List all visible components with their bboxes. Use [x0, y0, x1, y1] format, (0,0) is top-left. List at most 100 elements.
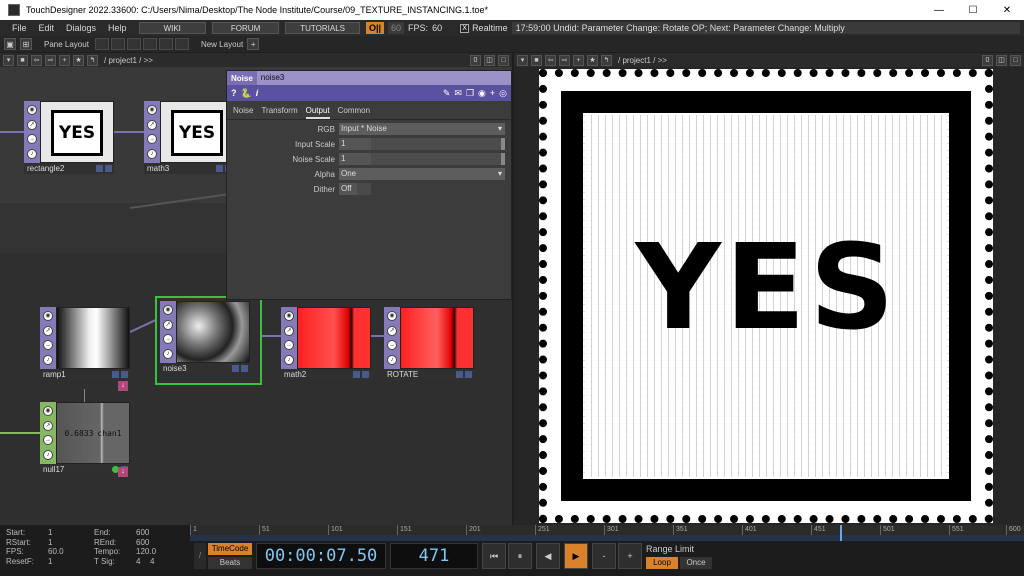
layout-three-icon[interactable]	[142, 38, 157, 50]
right-pane-number[interactable]: 0	[982, 54, 993, 66]
parent-network-icon[interactable]: ↰	[87, 54, 98, 66]
right-pane-maximize-icon[interactable]: □	[1010, 54, 1021, 66]
node-flags[interactable]: ◉ ↗ → ♪	[40, 402, 56, 464]
step-minus-button[interactable]: -	[592, 543, 616, 569]
edit-icon[interactable]: ✎	[443, 88, 451, 99]
timeline-bar[interactable]	[190, 535, 1024, 541]
left-pane-number[interactable]: 0	[470, 54, 481, 66]
left-pane-split-icon[interactable]: ◫	[484, 54, 495, 66]
forward-arrow-icon[interactable]: ⇨	[559, 54, 570, 66]
node-ramp1[interactable]: ◉ ↗ → ♪ ramp1	[40, 307, 130, 385]
dither-toggle[interactable]: Off	[339, 183, 357, 195]
layout-grid-icon[interactable]	[174, 38, 189, 50]
alpha-dropdown[interactable]: One	[339, 168, 505, 180]
pause-button[interactable]: ⏸	[508, 543, 532, 569]
node-flag-buttons[interactable]	[232, 365, 248, 372]
right-pane-path[interactable]: / project1 / >>	[618, 56, 667, 65]
pane-stop-icon[interactable]: ■	[531, 54, 542, 66]
left-pane-path[interactable]: / project1 / >>	[104, 56, 153, 65]
add-op-icon[interactable]: +	[59, 54, 70, 66]
left-pane-maximize-icon[interactable]: □	[498, 54, 509, 66]
node-rectangle2[interactable]: ◉ ↗ → ♪ YES rectangle2	[24, 101, 114, 179]
rgb-dropdown[interactable]: Input * Noise	[339, 123, 505, 135]
fps-cap[interactable]: 60	[388, 22, 405, 34]
image-icon[interactable]: ▣	[4, 38, 16, 50]
start-value[interactable]: 1	[48, 528, 94, 538]
resetf-value[interactable]: 1	[48, 557, 94, 567]
dither-toggle-box[interactable]	[357, 183, 371, 195]
tab-noise[interactable]: Noise	[233, 106, 253, 119]
play-button[interactable]: ▶	[564, 543, 588, 569]
input-scale-field[interactable]: 1	[339, 138, 371, 150]
tempo-value[interactable]: 120.0	[136, 547, 156, 557]
node-flags[interactable]: ◉ ↗ → ♪	[384, 307, 400, 369]
viewer-pane[interactable]: YES	[514, 67, 1024, 525]
menu-file[interactable]: File	[6, 23, 33, 33]
beats-button[interactable]: Beats	[208, 557, 252, 569]
node-flag-buttons[interactable]	[456, 371, 472, 378]
playhead[interactable]	[840, 525, 842, 541]
python-icon[interactable]: 🐍	[241, 88, 252, 99]
node-math3[interactable]: ◉ ↗ → ♪ YES math3	[144, 101, 234, 179]
noise-scale-field[interactable]: 1	[339, 153, 371, 165]
parent-network-icon[interactable]: ↰	[601, 54, 612, 66]
node-null17[interactable]: ◉ ↗ → ♪ 0.6833 chan1 null17	[40, 402, 130, 480]
end-value[interactable]: 600	[136, 528, 149, 538]
right-pane-split-icon[interactable]: ◫	[996, 54, 1007, 66]
pane-menu-icon[interactable]: ▾	[3, 54, 14, 66]
tsig-b[interactable]: 4	[150, 557, 154, 567]
tsig-a[interactable]: 4	[136, 557, 150, 567]
node-flags[interactable]: ◉ ↗ → ♪	[281, 307, 297, 369]
node-rotate[interactable]: ◉ ↗ → ♪ ROTATE	[384, 307, 474, 385]
menu-edit[interactable]: Edit	[33, 23, 61, 33]
node-flags[interactable]: ◉ ↗ → ♪	[144, 101, 160, 163]
layout-split-horizontal-icon[interactable]	[110, 38, 125, 50]
info-icon[interactable]: i	[256, 88, 259, 98]
timecode-display[interactable]: 00:00:07.50	[256, 543, 386, 569]
rend-value[interactable]: 600	[136, 538, 149, 548]
copy-icon[interactable]: ❐	[466, 88, 474, 99]
minimize-button[interactable]: —	[922, 0, 956, 20]
maximize-button[interactable]: ☐	[956, 0, 990, 20]
tab-common[interactable]: Common	[338, 106, 370, 119]
node-flag-buttons[interactable]	[96, 165, 112, 172]
loop-button[interactable]: Loop	[646, 557, 678, 569]
once-button[interactable]: Once	[680, 557, 712, 569]
tab-transform[interactable]: Transform	[261, 106, 297, 119]
close-button[interactable]: ✕	[990, 0, 1024, 20]
help-icon[interactable]: ?	[231, 88, 237, 98]
comment-icon[interactable]: ✉	[454, 88, 462, 99]
null-export-icon[interactable]: ↓	[118, 467, 128, 477]
tutorials-button[interactable]: TUTORIALS	[285, 22, 360, 34]
add-icon[interactable]: +	[490, 88, 495, 98]
layout-four-icon[interactable]	[158, 38, 173, 50]
menu-dialogs[interactable]: Dialogs	[60, 23, 102, 33]
noise-scale-slider[interactable]	[371, 153, 505, 165]
layout-single-icon[interactable]	[94, 38, 109, 50]
node-flags[interactable]: ◉ ↗ → ♪	[24, 101, 40, 163]
step-back-button[interactable]: ◀	[536, 543, 560, 569]
tab-output[interactable]: Output	[305, 106, 330, 119]
ramp-export-icon[interactable]: ↓	[118, 381, 128, 391]
node-math2[interactable]: ◉ ↗ → ♪ math2	[281, 307, 371, 385]
python-help-icon[interactable]: ◉	[478, 88, 486, 99]
new-layout-button[interactable]: +	[247, 38, 260, 50]
bookmark-star-icon[interactable]: ★	[73, 54, 84, 66]
add-op-icon[interactable]: +	[573, 54, 584, 66]
wiki-button[interactable]: WIKI	[138, 22, 206, 34]
back-arrow-icon[interactable]: ⇦	[31, 54, 42, 66]
forum-button[interactable]: FORUM	[211, 22, 280, 34]
input-scale-slider[interactable]	[371, 138, 505, 150]
node-noise3[interactable]: ◉ ↗ → ♪ noise3	[160, 301, 250, 379]
pause-indicator[interactable]: O||	[365, 22, 385, 34]
forward-arrow-icon[interactable]: ⇨	[45, 54, 56, 66]
node-flag-buttons[interactable]	[353, 371, 369, 378]
realtime-checkbox[interactable]: X	[460, 23, 470, 33]
back-arrow-icon[interactable]: ⇦	[545, 54, 556, 66]
rstart-value[interactable]: 1	[48, 538, 94, 548]
settings-icon[interactable]: ◎	[499, 88, 507, 99]
op-name-field[interactable]: noise3	[256, 71, 511, 85]
to-start-button[interactable]: ⏮	[482, 543, 506, 569]
pane-stop-icon[interactable]: ■	[17, 54, 28, 66]
hierarchy-icon[interactable]: ⊞	[20, 38, 32, 50]
